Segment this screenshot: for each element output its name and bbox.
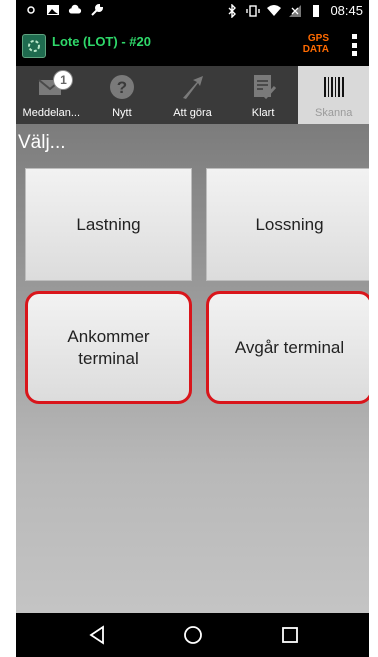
loading-button[interactable]: Lastning — [25, 168, 192, 281]
recents-icon[interactable] — [278, 623, 302, 647]
checklist-icon — [254, 75, 277, 100]
system-nav-bar — [16, 613, 369, 657]
tab-label: Meddelan... — [22, 107, 81, 119]
gps-data-indicator[interactable]: GPS DATA — [303, 33, 329, 55]
gear-icon — [28, 40, 40, 52]
image-icon — [47, 5, 59, 15]
status-bar: 08:45 — [16, 0, 369, 22]
phone-screen: 08:45 Lote (LOT) - #20 GPS DATA 1 Meddel… — [16, 0, 369, 657]
unloading-button[interactable]: Lossning — [206, 168, 369, 281]
arrow-icon — [183, 76, 204, 99]
button-label: Lossning — [255, 214, 324, 234]
gps-label-line1: GPS — [307, 33, 329, 44]
tab-label: Klart — [251, 107, 275, 119]
button-label: Lastning — [76, 214, 141, 234]
wrench-icon — [91, 3, 104, 16]
tab-scan[interactable]: Skanna — [298, 66, 369, 124]
arrive-terminal-button[interactable]: Ankommer terminal — [25, 291, 192, 404]
app-title: Lote (LOT) - #20 — [52, 34, 151, 49]
tab-bar: 1 Meddelan... ? Nytt Att göra Klart Skan… — [16, 66, 369, 124]
gps-label-line2: DATA — [302, 44, 329, 55]
bluetooth-icon — [228, 3, 237, 18]
tab-done[interactable]: Klart — [228, 66, 299, 124]
notification-dot-icon — [27, 6, 35, 14]
cloud-icon — [68, 4, 82, 14]
depart-terminal-button[interactable]: Avgår terminal — [206, 291, 369, 404]
tab-messages[interactable]: 1 Meddelan... — [16, 66, 87, 124]
tab-todo[interactable]: Att göra — [157, 66, 228, 124]
question-icon: ? — [109, 75, 134, 99]
button-label-line1: Ankommer — [67, 326, 150, 346]
page-title: Välj... — [18, 132, 66, 153]
overflow-menu-icon[interactable] — [351, 34, 357, 56]
barcode-icon — [323, 77, 344, 97]
button-label: Avgår terminal — [234, 337, 345, 357]
button-label: Ankommer terminal — [67, 326, 149, 370]
app-header: Lote (LOT) - #20 GPS DATA — [16, 22, 369, 66]
clock: 08:45 — [330, 3, 363, 18]
vibrate-icon — [246, 4, 261, 17]
back-icon[interactable] — [86, 623, 110, 647]
battery-icon — [313, 4, 320, 17]
app-logo[interactable] — [22, 34, 46, 58]
wifi-icon — [267, 4, 282, 16]
signal-icon — [289, 4, 302, 17]
tab-label: Att göra — [173, 107, 212, 119]
tab-label: Skanna — [315, 107, 353, 119]
home-icon[interactable] — [181, 623, 205, 647]
unread-count-badge: 1 — [53, 70, 74, 90]
tab-new[interactable]: ? Nytt — [87, 66, 158, 124]
svg-text:?: ? — [117, 78, 127, 97]
button-label-line2: terminal — [78, 348, 139, 368]
tab-label: Nytt — [112, 107, 132, 119]
main-content: Välj... Lastning Lossning Ankommer termi… — [16, 124, 369, 613]
